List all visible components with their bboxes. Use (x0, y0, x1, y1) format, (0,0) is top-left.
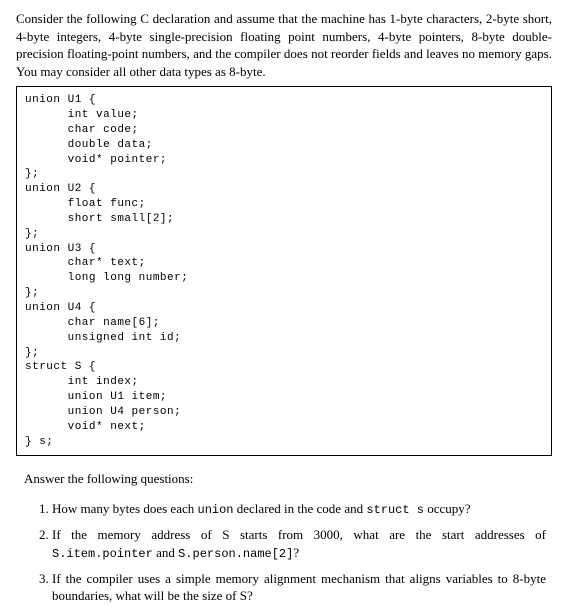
answer-prompt: Answer the following questions: (16, 470, 552, 488)
q2-code-person: S.person.name[2] (178, 547, 293, 561)
q2-code-item: S.item.pointer (52, 547, 153, 561)
intro-paragraph: Consider the following C declaration and… (16, 10, 552, 80)
q1-code-union: union (198, 503, 234, 517)
q1-text-a: How many bytes does each (52, 501, 198, 516)
q2-text-end: ? (293, 545, 299, 560)
q1-text-c: occupy? (424, 501, 471, 516)
q1-text-b: declared in the code and (234, 501, 367, 516)
question-1: How many bytes does each union declared … (52, 500, 552, 518)
question-3: If the compiler uses a simple memory ali… (52, 570, 552, 605)
q2-text-a: If the memory address of S starts from 3… (52, 527, 546, 542)
q1-code-struct: struct s (366, 503, 424, 517)
q2-text-mid: and (153, 545, 178, 560)
question-list: How many bytes does each union declared … (16, 500, 552, 605)
code-block: union U1 { int value; char code; double … (16, 86, 552, 456)
question-2: If the memory address of S starts from 3… (52, 526, 552, 562)
